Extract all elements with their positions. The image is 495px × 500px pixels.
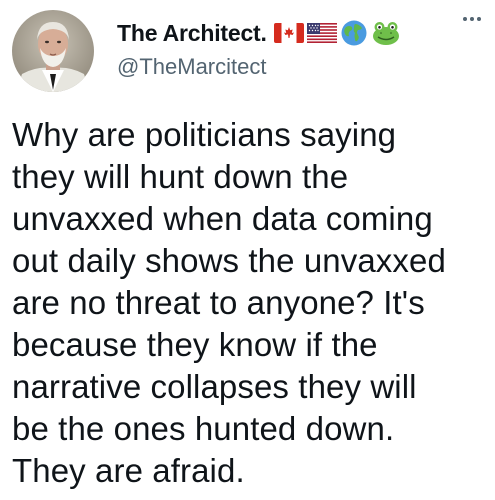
globe-icon (341, 20, 367, 46)
tweet-text-line: they will hunt down the (12, 158, 349, 195)
avatar-image (12, 10, 94, 92)
canada-flag-icon (273, 23, 304, 43)
us-flag-icon (306, 23, 337, 43)
author-display-name[interactable]: The Architect. (117, 20, 267, 47)
tweet-text-line: because they know if the (12, 326, 378, 363)
author-handle[interactable]: @TheMarcitect (117, 54, 266, 80)
more-horizontal-icon (463, 17, 481, 21)
tweet-text-line: Why are politicians saying (12, 116, 397, 153)
tweet-text-line: They are afraid. (12, 452, 245, 489)
name-emojis (273, 19, 404, 47)
tweet-text-line: be the ones hunted down. (12, 410, 395, 447)
tweet-text-line: unvaxxed when data coming (12, 200, 433, 237)
tweet-text-line: out daily shows the unvaxxed (12, 242, 446, 279)
frog-icon (372, 22, 399, 45)
avatar[interactable] (12, 10, 94, 92)
more-options-button[interactable] (456, 8, 488, 30)
tweet-card: The Architect. @TheMarcitect Why are pol… (0, 0, 495, 500)
author-name-row: The Architect. (117, 17, 404, 49)
tweet-text-line: are no threat to anyone? It's (12, 284, 425, 321)
tweet-text-line: narrative collapses they will (12, 368, 417, 405)
tweet-text: Why are politicians saying they will hun… (12, 114, 482, 492)
